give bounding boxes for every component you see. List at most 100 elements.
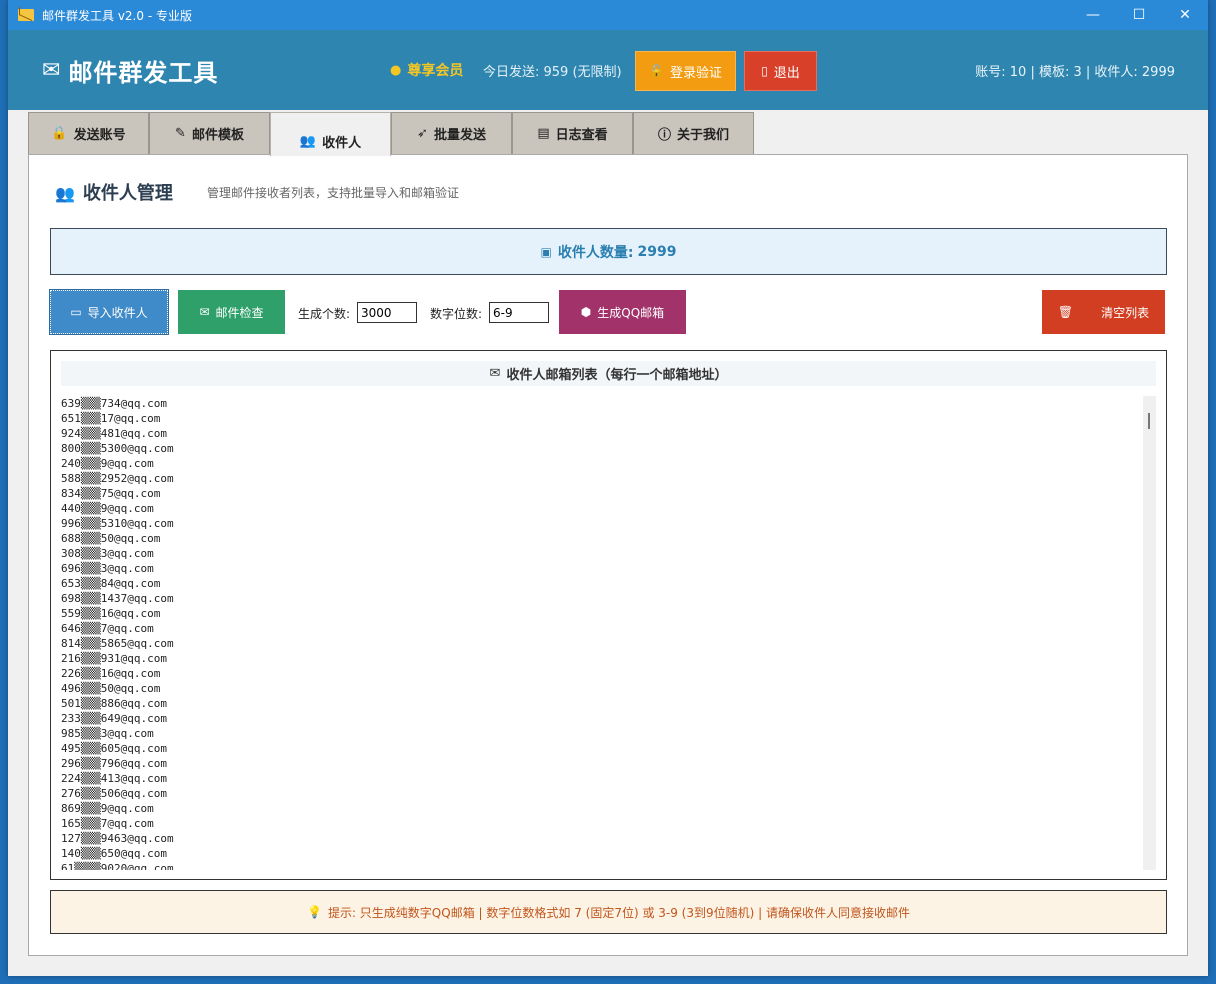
door-icon: ▯ — [761, 64, 768, 78]
dice-icon: ⬢ — [580, 305, 592, 319]
vip-badge: ● 尊享会员 — [390, 60, 463, 80]
user-icon: ● — [390, 62, 402, 78]
email-check-button[interactable]: ✉ 邮件检查 — [178, 290, 285, 334]
email-line: 869▒▒▒9@qq.com — [61, 802, 154, 815]
email-list-textarea[interactable]: 639▒▒▒734@qq.com 651▒▒▒17@qq.com 924▒▒▒481… — [61, 396, 1145, 870]
clear-label: 清空列表 — [1101, 305, 1150, 320]
email-line: 276▒▒▒506@qq.com — [61, 787, 167, 800]
app-window: 邮件群发工具 v2.0 - 专业版 — ☐ ✕ ✉ 邮件群发工具 ● 尊享会员 … — [8, 0, 1208, 976]
envelope-icon: ✉ — [489, 366, 501, 381]
login-verify-button[interactable]: 🔓 登录验证 — [635, 51, 736, 91]
email-line: 224▒▒▒413@qq.com — [61, 772, 167, 785]
login-verify-label: 登录验证 — [669, 65, 722, 81]
email-list-box: ✉ 收件人邮箱列表（每行一个邮箱地址） 639▒▒▒734@qq.com 651▒… — [50, 350, 1167, 880]
email-line: 165▒▒▒7@qq.com — [61, 817, 154, 830]
section-header: 👥 收件人管理 — [55, 179, 173, 205]
tab-label: 邮件模板 — [191, 128, 244, 143]
inbox-icon: ▣ — [540, 244, 552, 259]
email-line: 226▒▒▒16@qq.com — [61, 667, 161, 680]
clear-list-button[interactable]: 🗑 清空列表 — [1042, 290, 1165, 334]
tab-mail-templates[interactable]: ✎ 邮件模板 — [149, 112, 270, 154]
tab-label: 日志查看 — [555, 128, 608, 143]
folder-icon: ▭ — [70, 305, 82, 319]
envelope-icon: ✉ — [42, 57, 61, 83]
email-line: 698▒▒▒1437@qq.com — [61, 592, 174, 605]
email-line: 496▒▒▒50@qq.com — [61, 682, 161, 695]
recipient-count-label: 收件人数量: — [557, 244, 634, 261]
email-line: 240▒▒▒9@qq.com — [61, 457, 154, 470]
action-bar: ▭ 导入收件人 ✉ 邮件检查 生成个数: 数字位数: ⬢ 生成QQ邮箱 🗑 清空… — [49, 289, 1167, 335]
email-list-title: 收件人邮箱列表（每行一个邮箱地址） — [506, 368, 728, 383]
tab-label: 收件人 — [322, 136, 362, 151]
digits-input[interactable] — [489, 302, 549, 323]
email-line: 646▒▒▒7@qq.com — [61, 622, 154, 635]
gen-count-label: 生成个数: — [298, 307, 351, 321]
tab-bulk-send[interactable]: ➶ 批量发送 — [391, 112, 512, 154]
rocket-icon: ➶ — [417, 126, 428, 141]
today-send-count: 今日发送: 959 (无限制) — [483, 65, 622, 80]
tab-about-us[interactable]: ⓘ 关于我们 — [633, 112, 754, 154]
unlock-icon: 🔓 — [649, 64, 664, 78]
email-line: 653▒▒▒84@qq.com — [61, 577, 161, 590]
email-line: 996▒▒▒5310@qq.com — [61, 517, 174, 530]
import-label: 导入收件人 — [87, 305, 148, 320]
recipients-panel: 👥 收件人管理 管理邮件接收者列表，支持批量导入和邮箱验证 ▣ 收件人数量: 2… — [28, 154, 1188, 956]
tab-log-view[interactable]: ▤ 日志查看 — [512, 112, 633, 154]
trash-icon: 🗑 — [1057, 305, 1074, 319]
tip-box: 💡 提示: 只生成纯数字QQ邮箱 | 数字位数格式如 7 (固定7位) 或 3-… — [50, 890, 1167, 934]
generate-qq-button[interactable]: ⬢ 生成QQ邮箱 — [559, 290, 686, 334]
app-header: ✉ 邮件群发工具 ● 尊享会员 今日发送: 959 (无限制) 🔓 登录验证 ▯… — [8, 30, 1208, 110]
email-line: 308▒▒▒3@qq.com — [61, 547, 154, 560]
title-bar[interactable]: 邮件群发工具 v2.0 - 专业版 — ☐ ✕ — [8, 0, 1208, 30]
users-icon: 👥 — [299, 134, 317, 149]
lock-icon: 🔒 — [51, 126, 68, 141]
email-line: 495▒▒▒605@qq.com — [61, 742, 167, 755]
recipient-count-box: ▣ 收件人数量: 2999 — [50, 228, 1167, 275]
import-recipients-button[interactable]: ▭ 导入收件人 — [49, 289, 169, 335]
email-line: 651▒▒▒17@qq.com — [61, 412, 161, 425]
email-line: 127▒▒▒9463@qq.com — [61, 832, 174, 845]
scrollbar-thumb[interactable] — [1148, 413, 1150, 429]
window-controls: — ☐ ✕ — [1070, 0, 1208, 30]
tip-text: 提示: 只生成纯数字QQ邮箱 | 数字位数格式如 7 (固定7位) 或 3-9 … — [327, 905, 910, 920]
email-line: 559▒▒▒16@qq.com — [61, 607, 161, 620]
email-line: 440▒▒▒9@qq.com — [61, 502, 154, 515]
email-line: 688▒▒▒50@qq.com — [61, 532, 161, 545]
minimize-button[interactable]: — — [1070, 0, 1116, 30]
mail-app-icon — [18, 9, 34, 21]
info-icon: ⓘ — [657, 128, 671, 143]
email-line: 985▒▒▒3@qq.com — [61, 727, 154, 740]
header-stats: 账号: 10 | 模板: 3 | 收件人: 2999 — [975, 65, 1175, 80]
tab-label: 关于我们 — [677, 128, 730, 143]
generate-qq-label: 生成QQ邮箱 — [597, 305, 665, 320]
email-line: 61▒▒▒▒9020@qq.com — [61, 862, 174, 870]
window-title: 邮件群发工具 v2.0 - 专业版 — [42, 8, 192, 23]
log-icon: ▤ — [537, 126, 550, 141]
email-list-header: ✉ 收件人邮箱列表（每行一个邮箱地址） — [61, 361, 1156, 386]
email-line: 924▒▒▒481@qq.com — [61, 427, 167, 440]
recipient-count-value: 2999 — [637, 243, 677, 260]
email-line: 296▒▒▒796@qq.com — [61, 757, 167, 770]
email-line: 140▒▒▒650@qq.com — [61, 847, 167, 860]
digits-label: 数字位数: — [430, 307, 483, 321]
email-line: 834▒▒▒75@qq.com — [61, 487, 161, 500]
tab-bar: 🔒 发送账号 ✎ 邮件模板 👥 收件人 ➶ 批量发送 ▤ 日志查看 ⓘ 关于我们 — [28, 112, 754, 156]
tab-label: 发送账号 — [73, 128, 126, 143]
exit-button[interactable]: ▯ 退出 — [744, 51, 817, 91]
tab-send-accounts[interactable]: 🔒 发送账号 — [28, 112, 149, 154]
gen-count-input[interactable] — [357, 302, 417, 323]
email-line: 588▒▒▒2952@qq.com — [61, 472, 174, 485]
email-line: 233▒▒▒649@qq.com — [61, 712, 167, 725]
email-line: 800▒▒▒5300@qq.com — [61, 442, 174, 455]
maximize-button[interactable]: ☐ — [1116, 0, 1162, 30]
email-list-scrollbar[interactable] — [1143, 396, 1156, 870]
email-line: 501▒▒▒886@qq.com — [61, 697, 167, 710]
envelope-icon: ✉ — [199, 305, 210, 319]
email-line: 696▒▒▒3@qq.com — [61, 562, 154, 575]
email-line: 639▒▒▒734@qq.com — [61, 397, 167, 410]
tab-recipients[interactable]: 👥 收件人 — [270, 112, 391, 156]
close-button[interactable]: ✕ — [1162, 0, 1208, 30]
brand: ✉ 邮件群发工具 — [42, 53, 218, 88]
vip-label: 尊享会员 — [407, 63, 464, 79]
lightbulb-icon: 💡 — [307, 905, 322, 919]
